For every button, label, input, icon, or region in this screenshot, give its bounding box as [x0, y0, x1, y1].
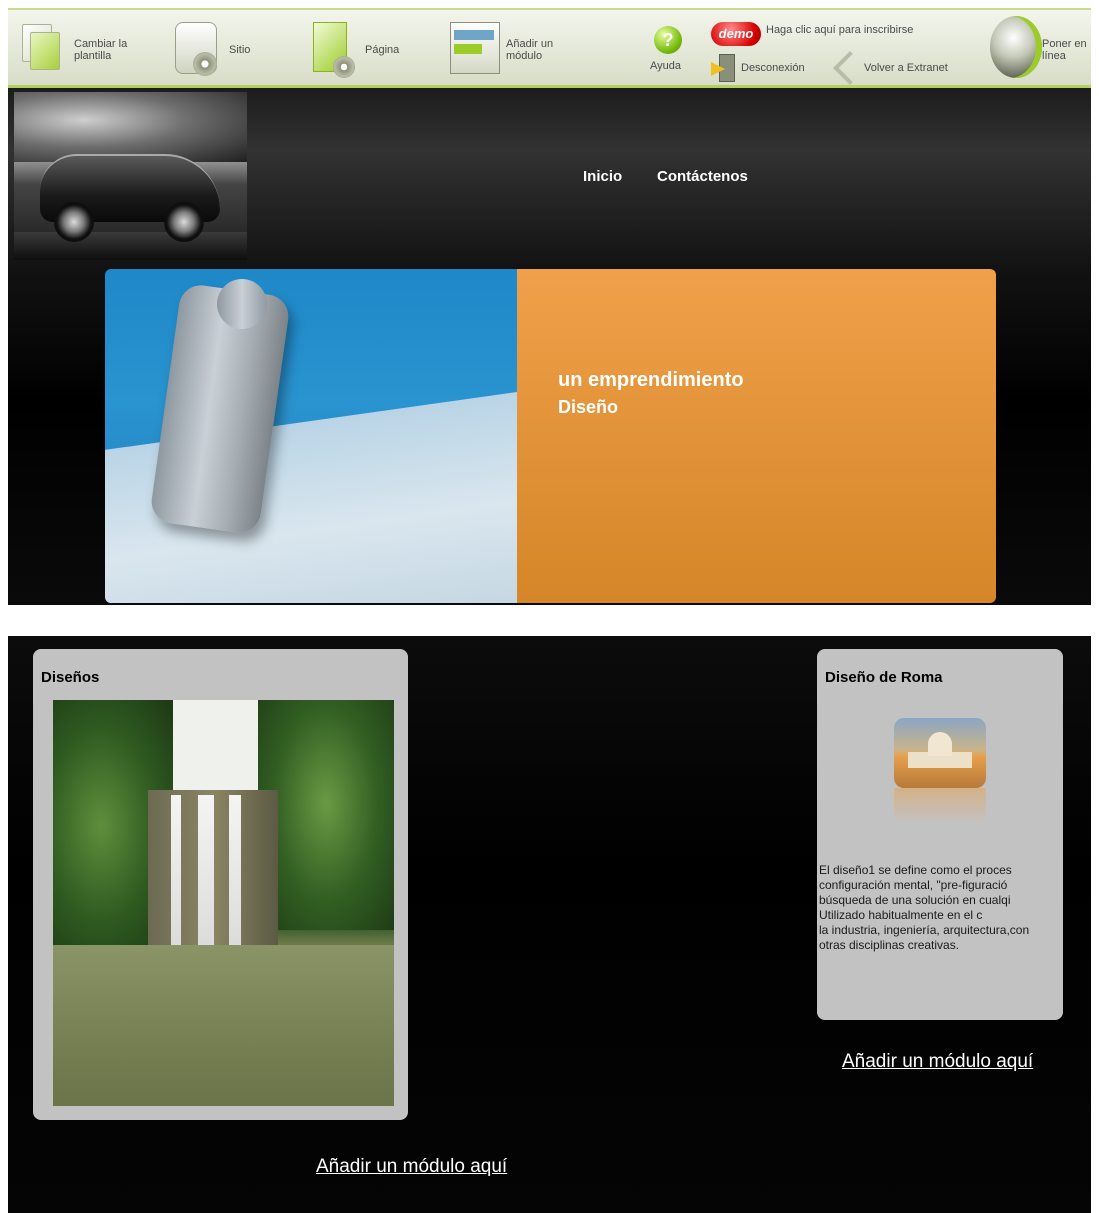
description-line: Utilizado habitualmente en el c — [819, 908, 983, 922]
rome-design-module: Diseño de Roma El diseño1 se define como… — [817, 649, 1063, 1020]
hero-banner: un emprendimiento Diseño — [105, 269, 996, 603]
template-icon — [20, 20, 68, 80]
description-line: la industria, ingeniería, arquitectura,c… — [819, 923, 1030, 937]
description-line: El diseño1 se define como el proces — [819, 863, 1012, 877]
add-module-label: Añadir un módulo — [506, 38, 554, 62]
banner-text-panel: un emprendimiento Diseño — [517, 269, 996, 603]
banner-subtitle: Diseño — [558, 397, 619, 417]
nav-home[interactable]: Inicio — [583, 168, 622, 185]
banner-title: un emprendimiento — [558, 369, 744, 391]
nav-contact[interactable]: Contáctenos — [657, 168, 748, 185]
page-label: Página — [365, 44, 400, 56]
rome-design-title: Diseño de Roma — [825, 669, 943, 686]
site-label: Sitio — [229, 44, 251, 56]
help-label: Ayuda — [650, 60, 681, 72]
add-module-link-left[interactable]: Añadir un módulo aquí — [316, 1156, 507, 1178]
change-template-label: Cambiar la plantilla — [74, 38, 128, 62]
site-logo[interactable] — [14, 92, 247, 260]
description-line: otras disciplinas creativas. — [819, 938, 960, 952]
taj-mahal-image — [894, 718, 986, 788]
module-icon — [450, 18, 502, 80]
publish-button[interactable]: Poner en línea — [990, 10, 1091, 86]
logout-icon — [711, 54, 735, 82]
site-icon — [171, 18, 223, 82]
signup-link[interactable]: Haga clic aquí para inscribirse — [766, 24, 913, 36]
page-icon — [311, 20, 357, 80]
demo-badge: demo — [711, 22, 761, 46]
publish-icon — [990, 16, 1042, 78]
back-extranet-label: Volver a Extranet — [864, 62, 948, 74]
puzzle-image — [105, 269, 517, 603]
help-button[interactable]: ? Ayuda — [648, 10, 696, 86]
waterfall-image — [53, 700, 394, 1106]
admin-toolbar: Cambiar la plantilla Sitio Página Añadir… — [8, 8, 1091, 88]
rome-design-description: El diseño1 se define como el proces conf… — [819, 863, 1057, 953]
site-header: Inicio Contáctenos un emprendimiento Dis… — [8, 88, 1091, 605]
description-line: configuración mental, "pre-figuració — [819, 878, 1008, 892]
logout-button[interactable]: Desconexión — [711, 54, 821, 82]
add-module-link-right[interactable]: Añadir un módulo aquí — [842, 1051, 1033, 1073]
publish-label: Poner en línea — [1042, 38, 1087, 62]
designs-title: Diseños — [41, 669, 100, 686]
logout-label: Desconexión — [741, 62, 805, 74]
back-extranet-button[interactable]: Volver a Extranet — [833, 51, 964, 85]
extranet-icon — [833, 51, 867, 85]
help-icon: ? — [654, 26, 682, 54]
designs-module: Diseños — [33, 649, 408, 1120]
main-content: Diseños Diseño de Roma El diseño1 se def… — [8, 636, 1091, 1213]
description-line: búsqueda de una solución en cualqi — [819, 893, 1011, 907]
